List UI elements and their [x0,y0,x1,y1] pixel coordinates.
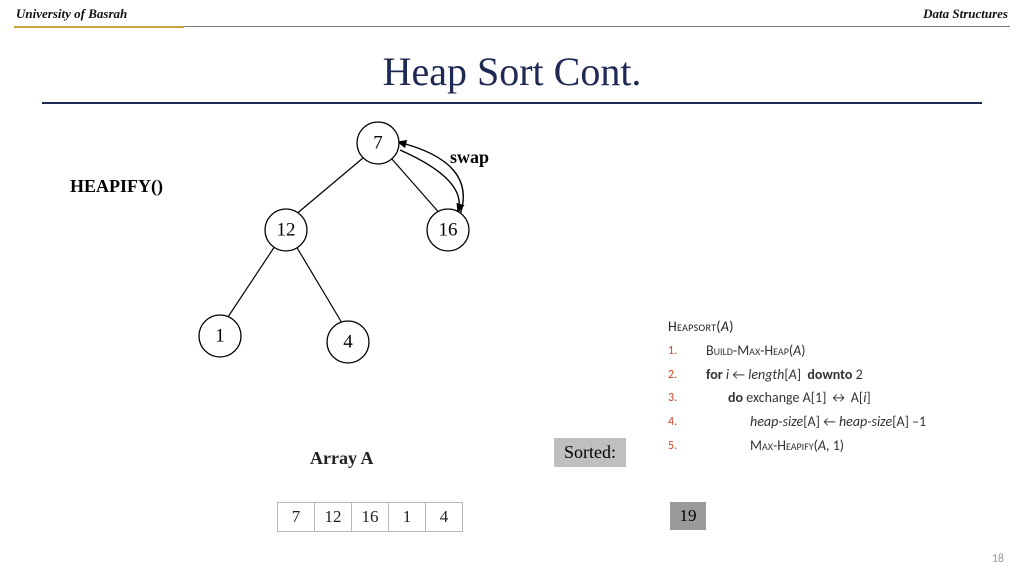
header-right: Data Structures [923,6,1008,22]
page-title: Heap Sort Cont. [0,48,1024,95]
algorithm-line: 2.for i ← length[A] downto 2 [668,363,1003,387]
sorted-cell: 19 [670,502,706,530]
array-cell: 12 [314,502,352,532]
node-lr: 4 [327,321,369,363]
svg-text:16: 16 [439,220,458,241]
svg-text:1: 1 [215,326,225,347]
node-left: 12 [265,209,307,251]
header-left: University of Basrah [16,6,127,22]
svg-text:7: 7 [373,133,383,154]
array-a: 7 12 16 1 4 [278,502,463,532]
page-number: 18 [992,552,1004,566]
slide-header: University of Basrah Data Structures [16,6,1008,22]
gold-underline [14,26,184,28]
title-rule [42,102,982,104]
array-label: Array A [310,448,373,469]
sorted-label: Sorted: [554,438,626,467]
node-ll: 1 [199,315,241,357]
algorithm-line: 4.heap-size[A] ← heap-size[A] –1 [668,410,1003,434]
algorithm-line: 5.Max-Heapify(A, 1) [668,434,1003,458]
heap-tree-diagram: 7 12 16 1 4 [80,110,600,420]
array-cell: 4 [425,502,463,532]
svg-text:12: 12 [277,220,296,241]
array-cell: 1 [388,502,426,532]
node-right: 16 [427,209,469,251]
algorithm-line: 1.Build-Max-Heap(A) [668,339,1003,363]
array-cell: 16 [351,502,389,532]
node-root: 7 [357,122,399,164]
algorithm-title: Heapsort(A) [668,315,1003,339]
algorithm-line: 3.do exchange A[1] ↔ A[i] [668,386,1003,410]
array-cell: 7 [277,502,315,532]
svg-text:4: 4 [343,332,353,353]
algorithm-block: Heapsort(A) 1.Build-Max-Heap(A)2.for i ←… [668,315,1003,458]
